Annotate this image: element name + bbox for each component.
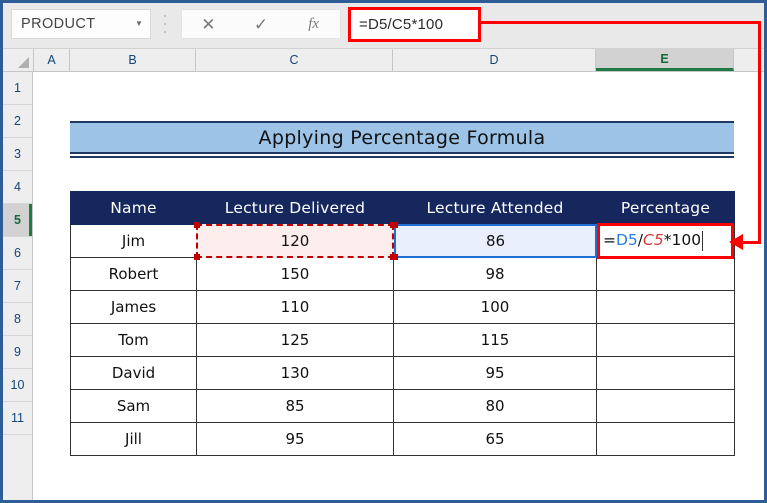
row-header-11[interactable]: 11: [3, 402, 32, 435]
handle-top-left[interactable]: [392, 222, 398, 228]
callout-line-right: [758, 21, 761, 243]
cell-name[interactable]: Tom: [70, 323, 197, 357]
sheet-title-text: Applying Percentage Formula: [258, 126, 546, 149]
cell-percentage[interactable]: [596, 323, 735, 357]
row-header-2[interactable]: 2: [3, 105, 32, 138]
cancel-icon[interactable]: ✕: [182, 16, 235, 33]
formula-token-ref-d5: D5: [616, 231, 638, 250]
formula-input[interactable]: =D5/C5*100: [348, 7, 481, 42]
handle-bottom-left[interactable]: [194, 254, 200, 260]
col-header-percentage: Percentage: [596, 191, 735, 225]
callout-line-left: [741, 241, 761, 244]
cell-percentage[interactable]: [596, 290, 735, 324]
name-box-value: PRODUCT: [21, 16, 96, 32]
callout-arrow-icon: [729, 234, 743, 250]
formula-bar: PRODUCT ▼ ✕ ✓ fx =D5/C5*100: [3, 3, 764, 49]
column-header-b[interactable]: B: [70, 49, 196, 71]
column-header-row: A B C D E: [3, 49, 764, 72]
col-header-delivered: Lecture Delivered: [196, 191, 394, 225]
col-header-name: Name: [70, 191, 197, 225]
handle-bottom-left[interactable]: [392, 254, 398, 260]
table-body: Jim12086Robert15098James110100Tom125115D…: [70, 224, 735, 456]
cell-percentage[interactable]: [596, 356, 735, 390]
row-header-1[interactable]: 1: [3, 72, 32, 105]
cell-attended[interactable]: 65: [393, 422, 597, 456]
sheet-title-banner[interactable]: Applying Percentage Formula: [70, 121, 734, 154]
column-header-a[interactable]: A: [34, 49, 70, 71]
cell-delivered[interactable]: 150: [196, 257, 394, 291]
precedent-c5-value: 120: [280, 232, 310, 250]
table-row: James 110 100: [70, 290, 735, 324]
cell-percentage[interactable]: [596, 422, 735, 456]
column-header-d[interactable]: D: [393, 49, 596, 71]
text-caret: [702, 231, 704, 251]
formula-token-ref-c5: C5: [643, 231, 664, 250]
cell-attended[interactable]: 80: [393, 389, 597, 423]
column-header-e[interactable]: E: [596, 49, 734, 71]
cell-percentage[interactable]: [596, 257, 735, 291]
callout-line-top: [481, 21, 761, 24]
row-header-gutter: 1 2 3 4 5 6 7 8 9 10 11: [3, 72, 33, 500]
col-header-attended: Lecture Attended: [393, 191, 597, 225]
row-header-3[interactable]: 3: [3, 138, 32, 171]
precedent-cell-d5[interactable]: 86: [392, 222, 597, 260]
row-header-10[interactable]: 10: [3, 369, 32, 402]
cell-name[interactable]: Robert: [70, 257, 197, 291]
handle-top-left[interactable]: [194, 222, 200, 228]
precedent-d5-value: 86: [485, 232, 506, 250]
cell-attended[interactable]: 115: [393, 323, 597, 357]
cell-name[interactable]: Jill: [70, 422, 197, 456]
cell-delivered[interactable]: 125: [196, 323, 394, 357]
row-header-4[interactable]: 4: [3, 171, 32, 204]
excel-window: PRODUCT ▼ ✕ ✓ fx =D5/C5*100 A B C D E 1 …: [0, 0, 767, 503]
cell-name[interactable]: James: [70, 290, 197, 324]
cell-attended[interactable]: 100: [393, 290, 597, 324]
table-row: Tom 125 115: [70, 323, 735, 357]
cell-delivered[interactable]: 85: [196, 389, 394, 423]
select-all-corner[interactable]: [3, 49, 34, 71]
cell-name[interactable]: Sam: [70, 389, 197, 423]
cell-delivered[interactable]: 110: [196, 290, 394, 324]
row-header-8[interactable]: 8: [3, 303, 32, 336]
insert-function-icon[interactable]: fx: [287, 16, 340, 32]
cell-attended[interactable]: 95: [393, 356, 597, 390]
formula-bar-buttons: ✕ ✓ fx: [181, 9, 341, 39]
chevron-down-icon[interactable]: ▼: [128, 20, 150, 28]
table-row: David 130 95: [70, 356, 735, 390]
table-header-row: Name Lecture Delivered Lecture Attended …: [70, 191, 735, 225]
table-row: Jill 95 65: [70, 422, 735, 456]
worksheet-canvas[interactable]: Applying Percentage Formula Name Lecture…: [34, 72, 764, 500]
title-underline-rule: [70, 156, 734, 158]
row-header-5[interactable]: 5: [3, 204, 32, 237]
cell-attended[interactable]: 98: [393, 257, 597, 291]
row-header-7[interactable]: 7: [3, 270, 32, 303]
table-row: Sam 85 80: [70, 389, 735, 423]
active-cell-e5[interactable]: = D5 / C5 *100: [597, 223, 734, 259]
table-row: Robert 150 98: [70, 257, 735, 291]
formula-token-multiply: *100: [663, 231, 702, 250]
cell-delivered[interactable]: 130: [196, 356, 394, 390]
precedent-cell-c5[interactable]: 120: [194, 222, 396, 260]
cell-percentage[interactable]: [596, 389, 735, 423]
formula-token-equals: =: [603, 231, 616, 250]
confirm-check-icon[interactable]: ✓: [235, 16, 288, 33]
formula-input-value: =D5/C5*100: [359, 16, 444, 33]
cell-name[interactable]: David: [70, 356, 197, 390]
cell-name[interactable]: Jim: [70, 224, 197, 258]
drag-grip-icon: [163, 15, 167, 33]
name-box[interactable]: PRODUCT ▼: [11, 9, 151, 39]
cell-delivered[interactable]: 95: [196, 422, 394, 456]
column-header-c[interactable]: C: [196, 49, 393, 71]
row-header-6[interactable]: 6: [3, 237, 32, 270]
row-header-9[interactable]: 9: [3, 336, 32, 369]
